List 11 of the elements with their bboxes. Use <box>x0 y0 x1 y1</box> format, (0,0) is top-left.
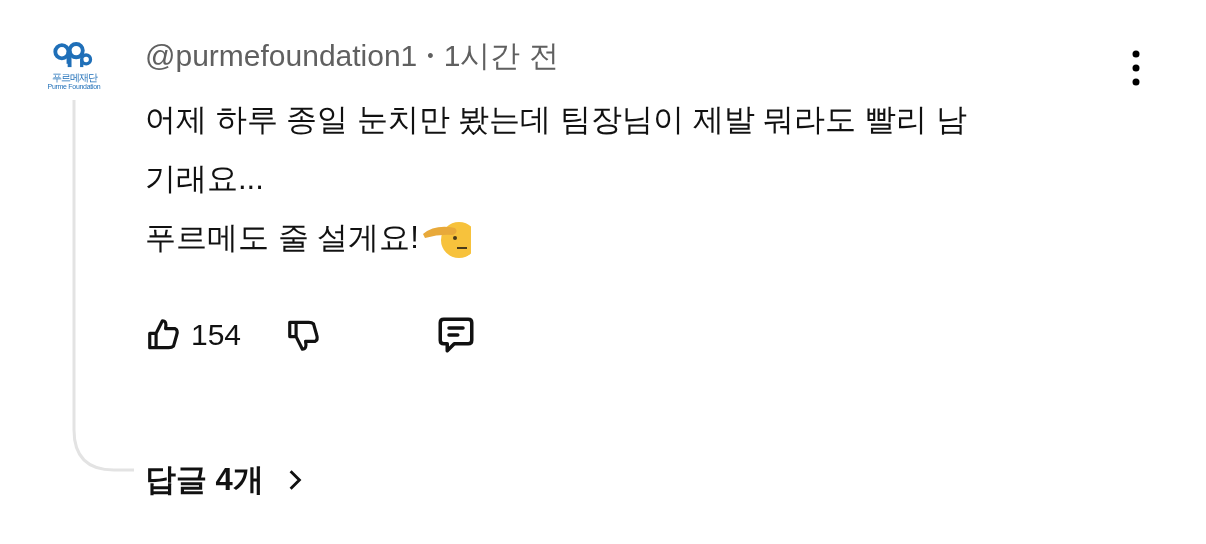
more-options-icon[interactable] <box>1132 50 1140 86</box>
separator-dot: • <box>427 45 434 67</box>
comment-text: 푸르메도 줄 설게요! <box>145 219 419 257</box>
author-name[interactable]: @purmefoundation1 <box>145 39 418 73</box>
comment-text: 기래요... <box>145 160 264 198</box>
like-button[interactable]: 154 <box>145 316 242 354</box>
chevron-right-icon <box>287 469 302 491</box>
replies-link[interactable]: 답글 4개 <box>145 459 302 501</box>
logo-name: 푸르메재단 <box>51 72 97 83</box>
comment-time: 1시간 전 <box>443 37 559 74</box>
comment-text: 어제 하루 종일 눈치만 봤는데 팀장님이 제발 뭐라도 빨리 남 <box>145 101 967 139</box>
